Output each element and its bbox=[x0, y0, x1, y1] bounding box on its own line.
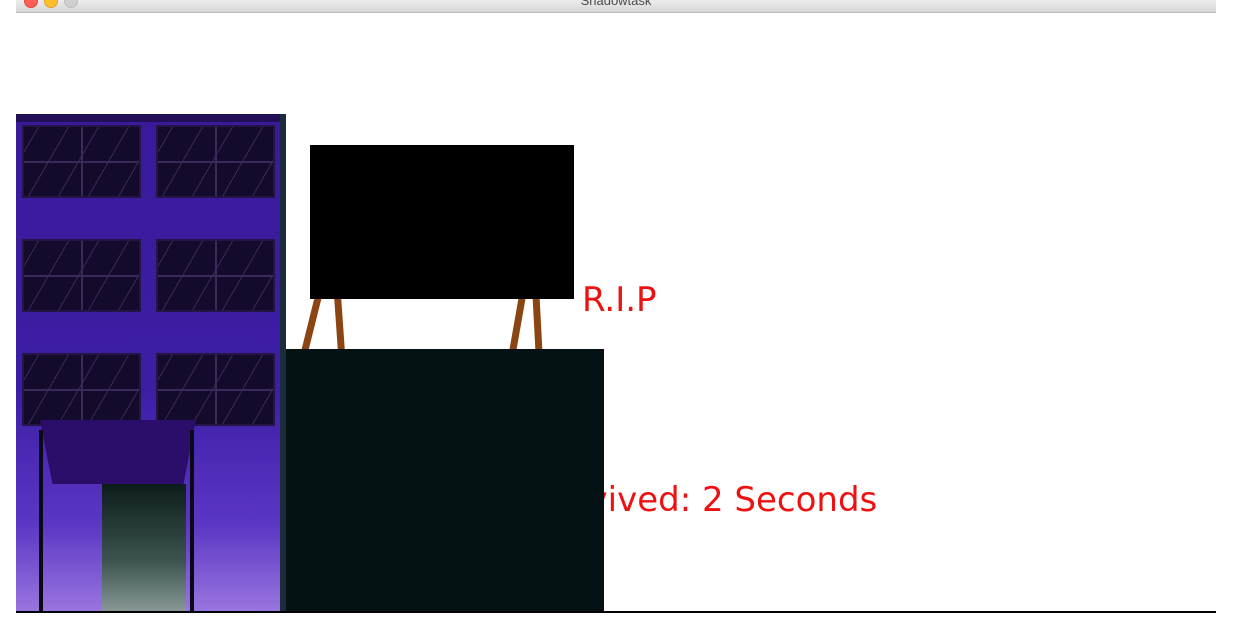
building-window bbox=[156, 353, 275, 426]
building-window bbox=[156, 239, 275, 312]
building-roof bbox=[16, 114, 286, 122]
rip-text: R.I.P bbox=[582, 280, 657, 320]
door-pillar bbox=[39, 430, 43, 613]
sign-board bbox=[310, 145, 574, 299]
building-door bbox=[102, 484, 186, 613]
purple-building bbox=[16, 114, 286, 613]
building-window bbox=[22, 353, 141, 426]
door-pillar bbox=[190, 430, 194, 613]
sign-leg bbox=[509, 294, 526, 354]
dark-platform-block bbox=[286, 349, 604, 613]
ground-line bbox=[16, 611, 1216, 613]
door-awning bbox=[40, 420, 196, 484]
building-window bbox=[156, 125, 275, 198]
sign-leg bbox=[333, 294, 346, 354]
sign-leg bbox=[301, 295, 322, 353]
building-window bbox=[22, 125, 141, 198]
window-titlebar: Shadowtask bbox=[16, 0, 1216, 13]
window-title: Shadowtask bbox=[580, 0, 652, 8]
game-canvas[interactable]: You Survived: 2 Seconds R.I.P bbox=[16, 13, 1216, 613]
building-window bbox=[22, 239, 141, 312]
sign-leg bbox=[532, 294, 543, 354]
